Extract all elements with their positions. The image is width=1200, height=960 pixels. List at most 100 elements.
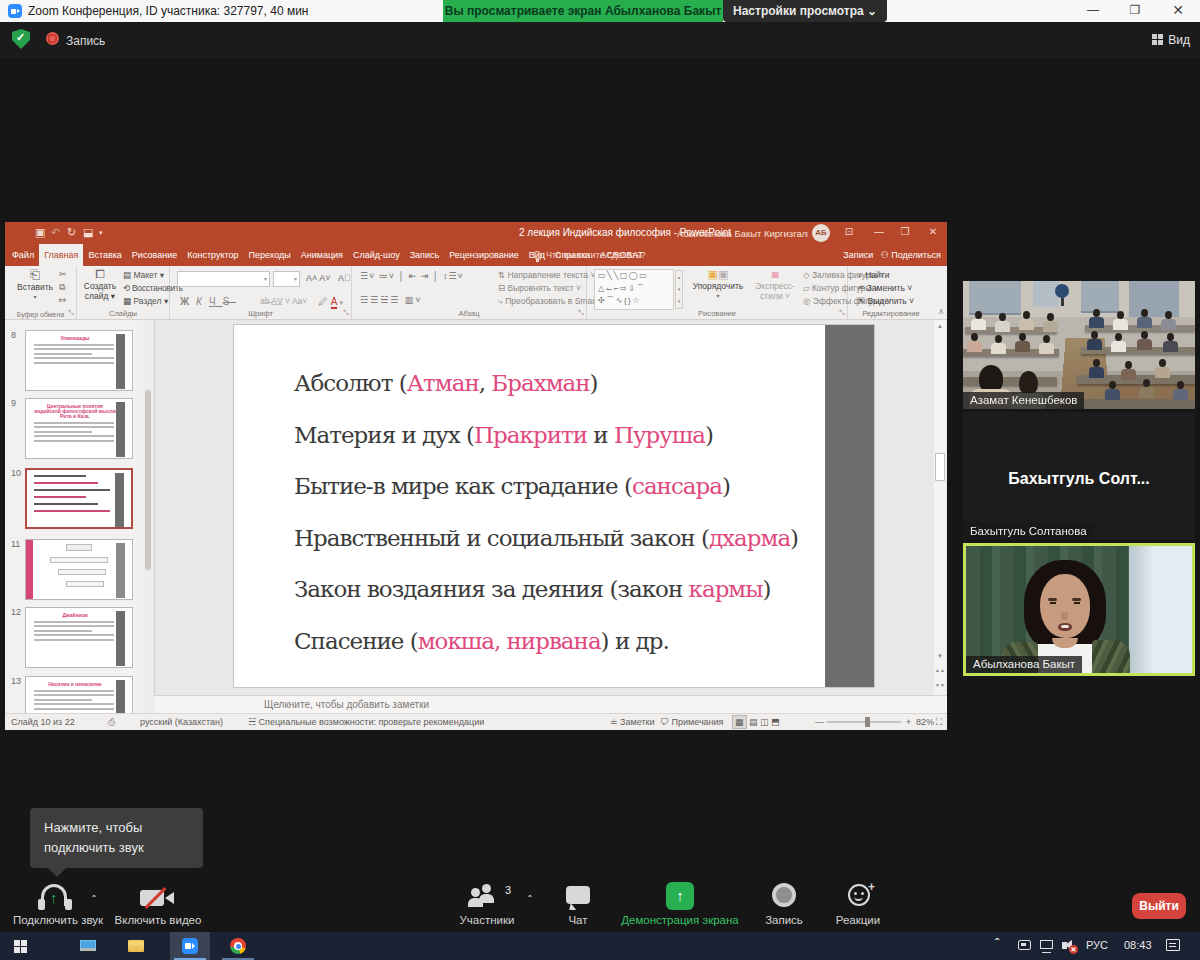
format-painter-icon[interactable]: ⤇ xyxy=(59,295,67,305)
ppt-close[interactable]: ✕ xyxy=(921,222,945,244)
comments-toggle[interactable]: 🗩 Примечания xyxy=(660,714,723,730)
zoom-slider[interactable] xyxy=(827,721,901,723)
taskbar-chrome-icon[interactable] xyxy=(218,932,258,960)
ppt-tab-Рисование[interactable]: Рисование xyxy=(127,244,182,266)
ppt-tab-Конструктор[interactable]: Конструктор xyxy=(182,244,243,266)
join-audio-icon[interactable]: ↑ xyxy=(38,884,72,910)
leave-button[interactable]: Выйти xyxy=(1132,893,1186,919)
slide-thumbnail-13[interactable]: Насилие и ненасилие xyxy=(25,676,133,713)
qat-dropdown-icon[interactable]: ▾ xyxy=(99,229,103,237)
slide-thumbnail-10[interactable] xyxy=(25,468,133,529)
start-button[interactable] xyxy=(14,940,27,953)
recording-indicator-icon[interactable] xyxy=(46,32,59,45)
zoom-slider-thumb[interactable] xyxy=(865,717,870,727)
participants-caret[interactable]: ˆ xyxy=(528,893,532,905)
start-video-label[interactable]: Включить видео xyxy=(108,914,208,926)
clipboard-launcher[interactable]: ⤡ xyxy=(68,309,74,317)
participants-icon[interactable] xyxy=(468,884,508,910)
action-center-icon[interactable] xyxy=(1166,939,1180,951)
chat-label[interactable]: Чат xyxy=(548,914,608,926)
minimize-button[interactable]: — xyxy=(1078,0,1108,22)
ppt-tab-Рецензирование[interactable]: Рецензирование xyxy=(444,244,524,266)
ppt-tab-Файл[interactable]: Файл xyxy=(7,244,39,266)
zoom-in-icon[interactable]: + xyxy=(906,714,911,730)
close-button[interactable]: ✕ xyxy=(1163,0,1193,22)
font-color-icon[interactable]: 🖉 А ▾ xyxy=(318,296,343,307)
shapes-gallery[interactable]: ▭╲╲▢◯▭△⌙⌐⇨⇩⌒✣⌒∿{}☆ xyxy=(594,269,674,310)
share-screen-icon[interactable]: ↑ xyxy=(666,882,694,910)
paragraph-launcher[interactable]: ⤡ xyxy=(578,309,584,317)
char-spacing-icon[interactable]: ab̶ A̲V̲ ˅ Aa˅ xyxy=(260,296,307,306)
join-audio-label[interactable]: Подключить звук xyxy=(8,914,108,926)
view-button[interactable]: Вид xyxy=(1152,33,1190,47)
next-slide-icon[interactable]: ▼▼ xyxy=(934,679,946,692)
video-tile-classroom[interactable]: Азамат Кенешбеков xyxy=(963,281,1195,409)
view-settings-button[interactable]: Настройки просмотра ⌄ xyxy=(723,0,887,22)
ppt-ribbon-options-icon[interactable]: ⊡ xyxy=(837,222,861,244)
ppt-tab-Анимация[interactable]: Анимация xyxy=(296,244,348,266)
font-style-buttons[interactable]: ЖКЧS xyxy=(180,296,236,307)
fit-slide-icon[interactable]: ⛶ xyxy=(936,714,942,730)
view-buttons[interactable]: ▦ ▤ ◫ ⬒ xyxy=(732,714,780,730)
ppt-user-avatar[interactable]: АБ xyxy=(812,224,830,242)
maximize-button[interactable]: ❐ xyxy=(1120,0,1150,22)
file-explorer-icon[interactable] xyxy=(128,940,144,952)
participants-label[interactable]: Участники xyxy=(432,914,542,926)
replace-button[interactable]: ᵃᵇ Заменить ˅ xyxy=(858,282,914,295)
audio-options-caret[interactable]: ˆ xyxy=(92,893,96,905)
font-launcher[interactable]: ⤡ xyxy=(343,309,349,317)
shapes-scroll[interactable]: ▴▾▾ xyxy=(675,270,683,309)
share-button[interactable]: ⚇ Поделиться xyxy=(881,250,941,260)
tell-me-search[interactable]: Что вы хотите сделать? xyxy=(533,244,646,266)
slide-thumbnail-8[interactable]: Упанишады xyxy=(25,330,133,391)
language-indicator[interactable]: РУС xyxy=(1086,939,1108,951)
video-tile-no-video[interactable]: Бахытгуль Солт... Бахытгуль Солтанова xyxy=(963,412,1195,540)
slide-thumbnail-12[interactable]: Джайнизм xyxy=(25,607,133,668)
find-button[interactable]: ⌕ Найти xyxy=(858,269,914,282)
ppt-tab-Слайд-шоу[interactable]: Слайд-шоу xyxy=(348,244,405,266)
new-slide-button[interactable]: ⧠ Создать слайд ▾ xyxy=(79,268,121,301)
clear-format-icon[interactable]: A⃠ xyxy=(338,273,351,283)
clock[interactable]: 08:43 xyxy=(1124,939,1152,951)
align-icons[interactable]: ☲☰☱☰ ▥˅ xyxy=(360,295,423,305)
cut-icon[interactable]: ✂ xyxy=(59,269,67,279)
zoom-out-icon[interactable]: — xyxy=(815,714,824,730)
taskbar-zoom-active[interactable] xyxy=(170,932,210,960)
undo-icon[interactable]: ↶ xyxy=(51,226,60,239)
collapse-ribbon-icon[interactable]: ∧ xyxy=(938,307,944,316)
redo-icon[interactable]: ↻ xyxy=(67,226,76,239)
video-tile-speaker[interactable]: Абылханова Бакыт xyxy=(963,543,1195,676)
slide-thumbnail-9[interactable]: Центральные понятия индийской философско… xyxy=(25,398,133,459)
records-button[interactable]: Записи xyxy=(843,250,873,260)
start-slideshow-icon[interactable]: ⬓ xyxy=(83,226,93,239)
quick-styles-button[interactable]: ◙ Экспресс- стили ˅ xyxy=(749,268,801,301)
notes-toggle[interactable]: ≐ Заметки xyxy=(610,714,654,730)
notes-placeholder[interactable]: Щелкните, чтобы добавить заметки xyxy=(154,695,947,713)
grow-font-icon[interactable]: A˄ A˅ xyxy=(306,273,331,283)
font-size-select[interactable]: ▾ xyxy=(273,271,300,287)
accessibility-status[interactable]: ☵ Специальные возможности: проверьте рек… xyxy=(248,714,484,730)
ppt-tab-Вставка[interactable]: Вставка xyxy=(83,244,126,266)
theme-icon[interactable]: ⎙ xyxy=(108,714,115,730)
bullets-icon[interactable]: ☰˅ ≔˅ │ ⇤ ⇥ │ ↕☰˅ xyxy=(360,271,464,281)
tray-display-icon[interactable] xyxy=(1018,940,1031,950)
chat-icon[interactable] xyxy=(566,886,590,904)
ppt-tab-Главная[interactable]: Главная xyxy=(39,244,83,266)
start-video-icon[interactable] xyxy=(140,888,176,908)
thumbnail-scrollbar[interactable] xyxy=(143,320,153,713)
select-button[interactable]: ⇱ Выделить ˅ xyxy=(858,295,914,308)
arrange-button[interactable]: ▣▣ Упорядочить ▾ xyxy=(687,268,749,301)
tray-expand-icon[interactable]: ˆ xyxy=(995,937,999,951)
ppt-maximize[interactable]: ❐ xyxy=(893,222,917,244)
editor-scrollbar[interactable]: ▲ ▼ ▲▲ ▼▼ xyxy=(934,320,946,695)
security-shield-icon[interactable] xyxy=(12,29,30,49)
language-status[interactable]: русский (Казахстан) xyxy=(140,714,223,730)
current-slide-canvas[interactable]: Абсолют (Атман, Брахман)Материя и дух (П… xyxy=(234,325,874,687)
font-name-select[interactable]: ▾ xyxy=(177,271,270,287)
scroll-up-icon[interactable]: ▲ xyxy=(934,320,946,333)
paste-button[interactable]: ⎗ Вставить ▾ xyxy=(15,268,55,302)
share-screen-label[interactable]: Демонстрация экрана xyxy=(612,914,748,926)
save-icon[interactable]: ▣ xyxy=(35,226,45,239)
reactions-label[interactable]: Реакции xyxy=(818,914,898,926)
reactions-icon[interactable] xyxy=(848,884,870,906)
